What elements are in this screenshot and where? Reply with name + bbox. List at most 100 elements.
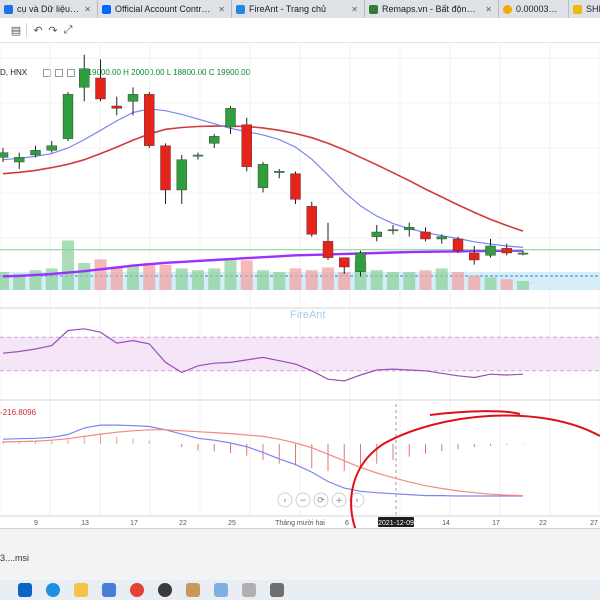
- volume-bar: [435, 268, 448, 290]
- nav-button-label: ‹: [283, 496, 287, 506]
- tab-favicon-icon: [236, 4, 245, 14]
- volume-bar: [257, 270, 269, 290]
- candle-body: [192, 154, 204, 157]
- x-tick-label: 14: [442, 520, 450, 527]
- candle-body: [30, 150, 41, 156]
- browser-tab[interactable]: 0.00003526: [499, 0, 569, 18]
- edge-browser-icon[interactable]: [46, 583, 60, 597]
- browser-tab[interactable]: Remaps.vn - Bất động sản thị trường✕: [365, 0, 499, 18]
- volume-bar: [419, 270, 432, 290]
- candle-body: [144, 94, 155, 146]
- search-icon[interactable]: [18, 583, 32, 597]
- close-tab-icon[interactable]: ✕: [351, 5, 358, 14]
- volume-bar: [208, 268, 221, 290]
- volume-bar: [322, 267, 334, 290]
- nav-button-label: ›: [355, 496, 359, 506]
- candle-body: [62, 94, 74, 139]
- tab-favicon-icon: [4, 4, 13, 14]
- browser-tab[interactable]: cụ và Dữ liệu Phân tích✕: [0, 0, 98, 18]
- candle-body: [95, 77, 106, 100]
- candle-body: [160, 145, 171, 191]
- volume-bar: [94, 259, 107, 290]
- x-tick-label: 27: [590, 520, 598, 527]
- volume-bar: [175, 268, 188, 290]
- volume-bar: [452, 272, 464, 290]
- volume-bar: [78, 263, 91, 290]
- volume-bar: [240, 260, 253, 290]
- nav-button-label: −: [299, 496, 307, 506]
- taskbar: [0, 580, 600, 600]
- candle-body: [420, 231, 431, 240]
- browser-tab[interactable]: Official Account Control Panel✕: [98, 0, 232, 18]
- x-tick-label: 13: [81, 520, 89, 527]
- x-tick-label: 9: [34, 520, 38, 527]
- app-icon[interactable]: [214, 583, 228, 597]
- volume-bar: [484, 277, 497, 290]
- close-tab-icon[interactable]: ✕: [218, 5, 225, 14]
- file-explorer-icon[interactable]: [74, 583, 88, 597]
- signal-line: [2, 429, 524, 497]
- x-tick-label: 25: [228, 520, 236, 527]
- x-tick-label: 17: [492, 520, 500, 527]
- tab-favicon-icon: [369, 4, 378, 14]
- x-tick-label: Tháng mười hai: [275, 520, 325, 527]
- mail-icon[interactable]: [102, 583, 116, 597]
- volume-bar: [468, 275, 481, 290]
- browser-tab[interactable]: SHIBUSDT: [569, 0, 600, 18]
- close-tab-icon[interactable]: ✕: [485, 5, 492, 14]
- volume-bar: [0, 272, 9, 290]
- candle-body: [257, 164, 269, 188]
- candle-body: [404, 227, 415, 230]
- nav-button-label: ⟳: [317, 496, 325, 506]
- volume-bar: [127, 265, 139, 290]
- volume-bar: [370, 270, 383, 290]
- volume-bar: [273, 272, 286, 290]
- app-icon[interactable]: [186, 583, 200, 597]
- candle-body: [274, 171, 285, 173]
- candle-body: [339, 257, 350, 268]
- candle-body: [127, 94, 139, 102]
- candle-body: [46, 145, 57, 151]
- candle-body: [452, 238, 464, 251]
- candle-body: [225, 108, 236, 128]
- volume-bar: [143, 263, 156, 290]
- volume-bar: [517, 281, 529, 290]
- tab-favicon-icon: [573, 4, 582, 14]
- candle-body: [0, 152, 9, 158]
- volume-bar: [45, 268, 58, 290]
- candle-body: [241, 124, 252, 167]
- volume-bar: [500, 279, 513, 290]
- app-icon[interactable]: [242, 583, 256, 597]
- volume-bar: [289, 268, 302, 290]
- browser-tab-bar: cụ và Dữ liệu Phân tích✕ Official Accoun…: [0, 0, 600, 18]
- candle-body: [387, 229, 399, 232]
- volume-bar: [338, 272, 351, 290]
- candle-body: [469, 252, 480, 261]
- x-tick-label: 22: [539, 520, 547, 527]
- candle-body: [79, 68, 90, 88]
- volume-bar: [224, 259, 237, 290]
- candle-body: [371, 231, 382, 237]
- candle-body: [517, 252, 529, 255]
- candle-body: [176, 159, 187, 191]
- download-item[interactable]: 3....msi: [0, 553, 29, 563]
- app-icon[interactable]: [158, 583, 172, 597]
- candle-body: [290, 173, 301, 200]
- volume-bar: [403, 272, 416, 290]
- candlestick-chart[interactable]: FireAnt ‹ − ⟳ + › 9 13 17 22 25 Tháng mười hai 6 2021…: [0, 18, 600, 528]
- candle-body: [501, 248, 512, 254]
- nav-button-label: +: [335, 496, 343, 506]
- x-tick-label: 22: [179, 520, 187, 527]
- app-icon[interactable]: [270, 583, 284, 597]
- chrome-icon[interactable]: [130, 583, 144, 597]
- download-bar: [0, 528, 600, 581]
- close-tab-icon[interactable]: ✕: [84, 5, 91, 14]
- browser-tab[interactable]: FireAnt - Trang chủ ✕: [232, 0, 365, 18]
- volume-bar: [110, 266, 123, 290]
- volume-bar: [387, 272, 399, 290]
- x-tick-label: 6: [345, 520, 349, 527]
- candle-body: [436, 236, 447, 240]
- volume-bar: [192, 270, 204, 290]
- volume-bar: [62, 240, 74, 290]
- macd-line: [2, 424, 523, 497]
